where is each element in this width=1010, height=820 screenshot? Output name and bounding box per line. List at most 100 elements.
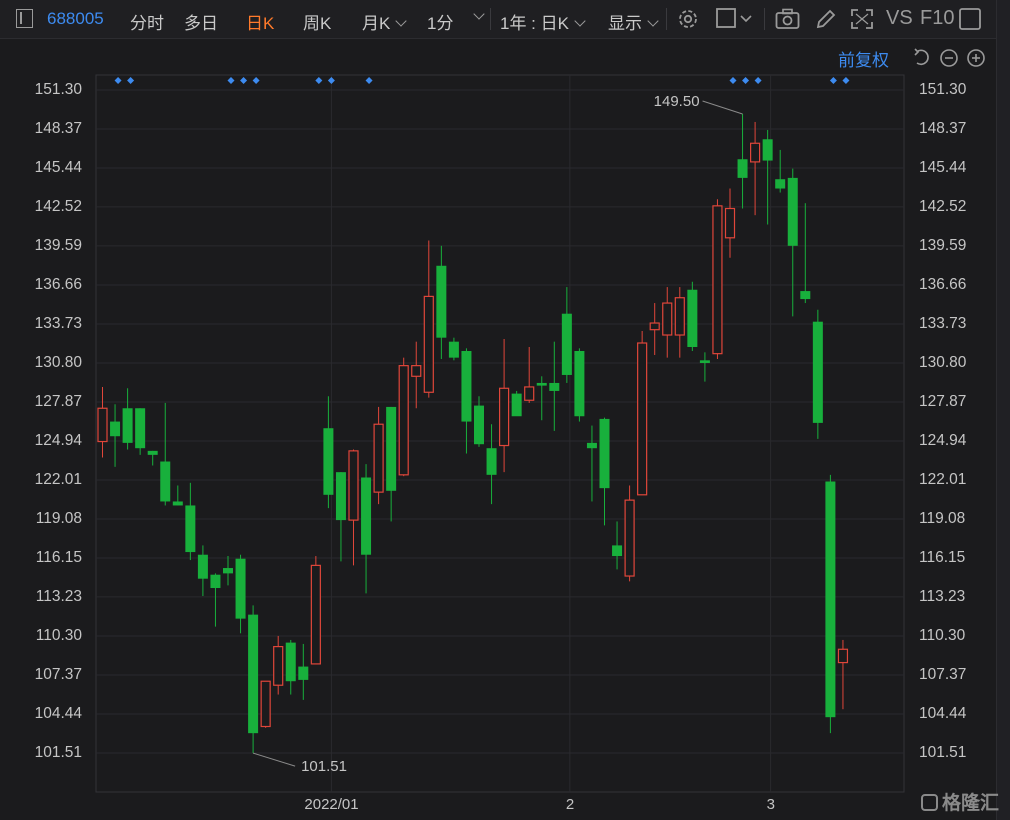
watermark-text: 格隆汇: [942, 793, 1000, 814]
candle-body-down: [599, 418, 610, 489]
candle-body-down: [549, 382, 560, 391]
candle-body-up: [348, 450, 359, 521]
y-tick-label-left: 101.51: [34, 744, 82, 761]
y-tick-label-right: 101.51: [919, 744, 967, 761]
event-marker-icon: [114, 77, 122, 84]
candlestick-chart[interactable]: 149.50 101.51: [0, 0, 1010, 820]
event-marker-icon: [754, 77, 762, 84]
candle-body-up: [398, 365, 409, 476]
candle-body-down: [574, 350, 585, 417]
y-tick-label-right: 116.15: [919, 549, 966, 567]
y-tick-label-left: 142.52: [34, 197, 82, 215]
y-tick-label-right: 151.30: [919, 81, 967, 98]
candle-body-up: [674, 297, 685, 336]
candle-body-down: [210, 574, 221, 589]
y-tick-label-right: 127.87: [919, 392, 967, 410]
event-marker-icon: [742, 77, 750, 84]
candle-body-down: [787, 177, 798, 246]
y-tick-label-left: 148.37: [34, 120, 82, 138]
candle-body-up: [499, 387, 510, 447]
annotation-label: 149.50: [654, 93, 700, 110]
y-tick-label-right: 110.30: [919, 626, 966, 644]
y-tick-label-right: 148.37: [919, 120, 967, 138]
candle-body-up: [662, 302, 673, 336]
candle-body-down: [436, 265, 447, 338]
candle-body-up: [837, 648, 849, 664]
y-tick-label-right: 119.08: [919, 510, 966, 528]
candle-body-down: [361, 477, 372, 555]
y-tick-label-left: 127.87: [34, 392, 82, 410]
candle-body-down: [586, 442, 597, 449]
y-tick-label-right: 122.01: [919, 471, 967, 489]
candle-body-up: [712, 205, 723, 355]
candle-body-up: [260, 680, 271, 728]
candle-body-down: [561, 313, 572, 375]
candle-body-down: [536, 382, 547, 386]
candle-body-down: [699, 360, 710, 363]
candle-body-down: [386, 406, 397, 491]
candle-body-down: [135, 408, 146, 449]
candle-body-up: [273, 646, 284, 686]
y-tick-label-right: 136.66: [919, 275, 967, 293]
y-tick-label-left: 104.44: [34, 704, 82, 722]
event-marker-icon: [240, 77, 248, 84]
event-marker-icon: [842, 77, 850, 84]
candle-body-down: [185, 505, 196, 553]
event-marker-icon: [365, 77, 373, 84]
y-tick-label-right: 133.73: [919, 314, 967, 332]
y-tick-label-right: 104.44: [919, 704, 967, 722]
candle-body-down: [223, 568, 233, 574]
y-tick-label-right: 113.23: [919, 587, 966, 605]
annotation-leader: [702, 100, 743, 115]
watermark-logo: 格隆汇: [921, 788, 999, 815]
candle-body-down: [172, 501, 183, 506]
annotation-label: 101.51: [301, 758, 347, 775]
y-tick-label-right: 145.44: [919, 159, 967, 177]
candle-body-down: [323, 428, 334, 495]
candle-body-up: [97, 407, 108, 443]
candle-body-up: [423, 295, 434, 393]
candle-body-down: [122, 408, 133, 443]
y-tick-label-left: 110.30: [35, 626, 82, 644]
candle-body-up: [637, 342, 648, 496]
candle-body-up: [310, 564, 321, 665]
candle-body-down: [448, 341, 459, 358]
x-tick-label: 3: [766, 796, 775, 813]
y-tick-label-left: 145.44: [34, 159, 82, 177]
y-tick-label-right: 124.94: [919, 432, 967, 449]
y-tick-label-left: 133.73: [34, 314, 82, 332]
y-tick-label-left: 151.30: [34, 81, 82, 98]
candle-body-up: [524, 386, 535, 401]
y-tick-label-right: 139.59: [919, 236, 967, 254]
y-tick-label-left: 124.94: [34, 432, 82, 449]
candle-body-down: [825, 481, 836, 718]
candle-body-down: [511, 393, 522, 417]
event-marker-icon: [729, 77, 737, 84]
y-tick-label-left: 122.01: [34, 471, 82, 489]
candle-body-up: [373, 423, 384, 493]
candle-body-down: [762, 139, 773, 161]
candle-body-down: [147, 450, 158, 455]
y-tick-label-left: 136.66: [34, 275, 82, 293]
y-tick-label-left: 116.15: [35, 549, 82, 567]
y-tick-label-right: 130.80: [919, 353, 967, 371]
candle-body-down: [248, 614, 259, 734]
x-tick-label: 2: [565, 796, 575, 813]
y-tick-label-left: 107.37: [34, 665, 82, 683]
y-tick-label-left: 139.59: [34, 236, 82, 254]
y-tick-label-right: 142.52: [919, 197, 967, 215]
candle-body-down: [197, 554, 208, 579]
candle-body-down: [285, 642, 296, 682]
event-marker-icon: [252, 77, 260, 84]
y-tick-label-right: 107.37: [919, 665, 967, 683]
event-marker-icon: [829, 77, 837, 84]
candle-body-down: [298, 666, 309, 680]
event-marker-icon: [127, 77, 135, 84]
candle-body-down: [687, 289, 698, 347]
candle-body-down: [775, 179, 786, 189]
candle-body-down: [812, 321, 823, 423]
candle-body-down: [737, 159, 748, 178]
candle-body-up: [624, 499, 635, 577]
candle-body-down: [335, 472, 346, 521]
candle-body-up: [724, 207, 736, 239]
